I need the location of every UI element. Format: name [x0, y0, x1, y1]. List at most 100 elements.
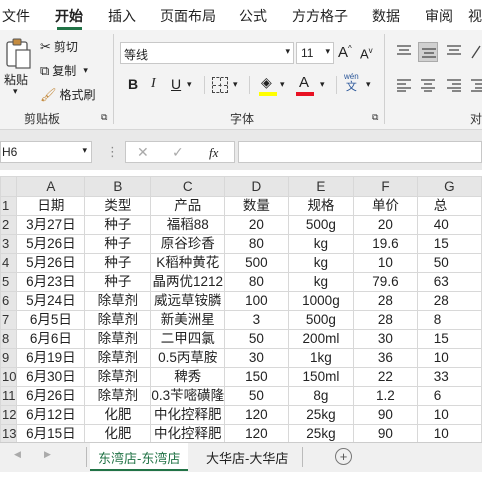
cell-f2[interactable]: 20 [353, 215, 418, 235]
cell-f10[interactable]: 22 [353, 367, 418, 387]
cancel-icon[interactable]: ✕ [137, 144, 149, 161]
cell-c2[interactable]: 福稻88 [150, 215, 226, 235]
menu-review[interactable]: 审阅 [425, 6, 453, 26]
cell-c13[interactable]: 中化控释肥 [150, 424, 226, 442]
cell-c9[interactable]: 0.5丙草胺 [150, 348, 226, 368]
underline-button[interactable]: U [171, 76, 181, 92]
chevron-down-icon[interactable]: ▾ [320, 79, 325, 90]
cell-b3[interactable]: 种子 [84, 234, 152, 254]
cell-g12[interactable]: 10 [416, 405, 482, 425]
cell-f11[interactable]: 1.2 [353, 386, 418, 406]
font-launcher-icon[interactable]: ⧉ [372, 112, 378, 123]
cell-e4[interactable]: kg [287, 253, 355, 273]
confirm-icon[interactable]: ✓ [172, 144, 184, 161]
chevron-down-icon[interactable]: ▾ [366, 79, 371, 90]
cell-b6[interactable]: 除草剂 [84, 291, 152, 311]
cell-a6[interactable]: 5月24日 [16, 291, 86, 311]
cell-d11[interactable]: 50 [224, 386, 289, 406]
cell-b12[interactable]: 化肥 [84, 405, 152, 425]
cell-c6[interactable]: 威远草铵膦 [150, 291, 226, 311]
cell-d9[interactable]: 30 [224, 348, 289, 368]
cell-a8[interactable]: 6月6日 [16, 329, 86, 349]
select-all-corner[interactable] [0, 176, 18, 197]
cell-f8[interactable]: 30 [353, 329, 418, 349]
paste-dropdown-icon[interactable]: ▾ [13, 86, 18, 97]
sheet-tab-dongwan[interactable]: 东湾店-东湾店 [90, 443, 189, 471]
cell-f6[interactable]: 28 [353, 291, 418, 311]
cell-f3[interactable]: 19.6 [353, 234, 418, 254]
cell-g3[interactable]: 15 [416, 234, 482, 254]
menu-insert[interactable]: 插入 [108, 6, 136, 26]
cell-e10[interactable]: 150ml [287, 367, 355, 387]
cell-b8[interactable]: 除草剂 [84, 329, 152, 349]
menu-home[interactable]: 开始 [55, 6, 83, 26]
sheet-tab-dahua[interactable]: 大华店-大华店 [198, 443, 296, 471]
align-center-icon[interactable] [420, 78, 436, 92]
cell-d1[interactable]: 数量 [224, 196, 289, 216]
decrease-font-icon[interactable]: Av [360, 46, 373, 61]
cell-d6[interactable]: 100 [224, 291, 289, 311]
cell-a11[interactable]: 6月26日 [16, 386, 86, 406]
cell-b2[interactable]: 种子 [84, 215, 152, 235]
cell-g4[interactable]: 50 [416, 253, 482, 273]
borders-icon[interactable] [212, 77, 228, 93]
cell-g9[interactable]: 10 [416, 348, 482, 368]
cell-e2[interactable]: 500g [287, 215, 355, 235]
paste-icon[interactable] [4, 38, 32, 70]
cell-a1[interactable]: 日期 [16, 196, 86, 216]
scroll-left-icon[interactable]: ◀ [14, 449, 21, 460]
row-header[interactable]: 3 [0, 234, 18, 254]
cell-e12[interactable]: 25kg [287, 405, 355, 425]
cell-b4[interactable]: 种子 [84, 253, 152, 273]
cell-a3[interactable]: 5月26日 [16, 234, 86, 254]
copy-button[interactable]: ⧉ 复制 ▾ [40, 62, 88, 79]
cell-g13[interactable]: 10 [416, 424, 482, 442]
add-sheet-button[interactable]: + [335, 448, 352, 465]
cell-a7[interactable]: 6月5日 [16, 310, 86, 330]
font-color-icon[interactable]: A [299, 74, 309, 91]
cell-e9[interactable]: 1kg [287, 348, 355, 368]
align-left-icon[interactable] [396, 78, 412, 92]
cell-g10[interactable]: 33 [416, 367, 482, 387]
clipboard-launcher-icon[interactable]: ⧉ [101, 112, 107, 123]
cell-f7[interactable]: 28 [353, 310, 418, 330]
cell-d12[interactable]: 120 [224, 405, 289, 425]
cell-e13[interactable]: 25kg [287, 424, 355, 442]
orientation-icon[interactable] [470, 42, 482, 60]
row-header[interactable]: 4 [0, 253, 18, 273]
cell-c7[interactable]: 新美洲星 [150, 310, 226, 330]
column-header-g[interactable]: G [416, 176, 482, 197]
cell-b11[interactable]: 除草剂 [84, 386, 152, 406]
name-box[interactable]: H6 ▾ [0, 141, 92, 163]
cell-a12[interactable]: 6月12日 [16, 405, 86, 425]
font-name-dropdown[interactable]: 等线 ▾ [120, 42, 294, 64]
cell-d13[interactable]: 120 [224, 424, 289, 442]
cell-e7[interactable]: 500g [287, 310, 355, 330]
cell-f5[interactable]: 79.6 [353, 272, 418, 292]
cell-c5[interactable]: 晶两优1212 [150, 272, 226, 292]
align-right-icon[interactable] [446, 78, 462, 92]
cell-f1[interactable]: 单价 [353, 196, 418, 216]
cell-c1[interactable]: 产品 [150, 196, 226, 216]
cell-d4[interactable]: 500 [224, 253, 289, 273]
cell-g1[interactable]: 总 [416, 196, 482, 216]
cell-g11[interactable]: 6 [416, 386, 482, 406]
cell-c4[interactable]: K稻种黄花 [150, 253, 226, 273]
cell-f9[interactable]: 36 [353, 348, 418, 368]
bold-button[interactable]: B [128, 76, 138, 92]
cell-e5[interactable]: kg [287, 272, 355, 292]
scroll-right-icon[interactable]: ▶ [44, 449, 51, 460]
formula-input[interactable] [238, 141, 482, 163]
align-bottom-icon[interactable] [446, 44, 462, 58]
insert-function-icon[interactable]: fx [209, 145, 218, 161]
cell-d8[interactable]: 50 [224, 329, 289, 349]
cell-a5[interactable]: 6月23日 [16, 272, 86, 292]
format-painter-button[interactable]: 🖌 格式刷 [40, 86, 96, 103]
row-header[interactable]: 8 [0, 329, 18, 349]
fill-color-icon[interactable]: ◈ [261, 74, 272, 91]
cell-a4[interactable]: 5月26日 [16, 253, 86, 273]
cell-g7[interactable]: 8 [416, 310, 482, 330]
row-header[interactable]: 1 [0, 196, 18, 216]
row-header[interactable]: 6 [0, 291, 18, 311]
cell-e1[interactable]: 规格 [287, 196, 355, 216]
